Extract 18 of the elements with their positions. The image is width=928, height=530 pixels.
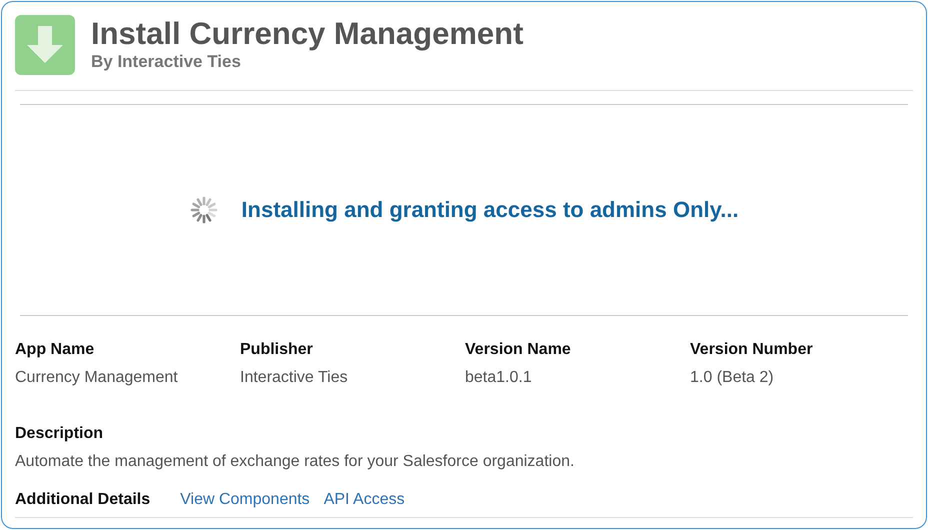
description-label: Description bbox=[15, 425, 104, 443]
spinner-icon bbox=[189, 195, 220, 225]
field-value: beta1.0.1 bbox=[465, 369, 533, 387]
field-value: Currency Management bbox=[15, 369, 179, 387]
download-icon bbox=[15, 15, 75, 75]
field-value: Interactive Ties bbox=[240, 369, 349, 387]
publisher-subtitle: By Interactive Ties bbox=[91, 52, 242, 72]
page-title: Install Currency Management bbox=[91, 16, 524, 52]
details-link[interactable]: API Access bbox=[324, 491, 405, 509]
additional-details-label: Additional Details bbox=[15, 491, 150, 509]
status-message: Installing and granting access to admins Only... bbox=[241, 197, 739, 223]
field-label: App Name bbox=[15, 341, 96, 359]
field-label: Version Name bbox=[465, 341, 572, 359]
field-value: 1.0 (Beta 2) bbox=[690, 369, 775, 387]
description-text: Automate the management of exchange rates for your Salesforce organization. bbox=[15, 453, 576, 471]
field-label: Version Number bbox=[690, 341, 814, 359]
details-link[interactable]: View Components bbox=[180, 491, 310, 509]
field-label: Publisher bbox=[240, 341, 314, 359]
